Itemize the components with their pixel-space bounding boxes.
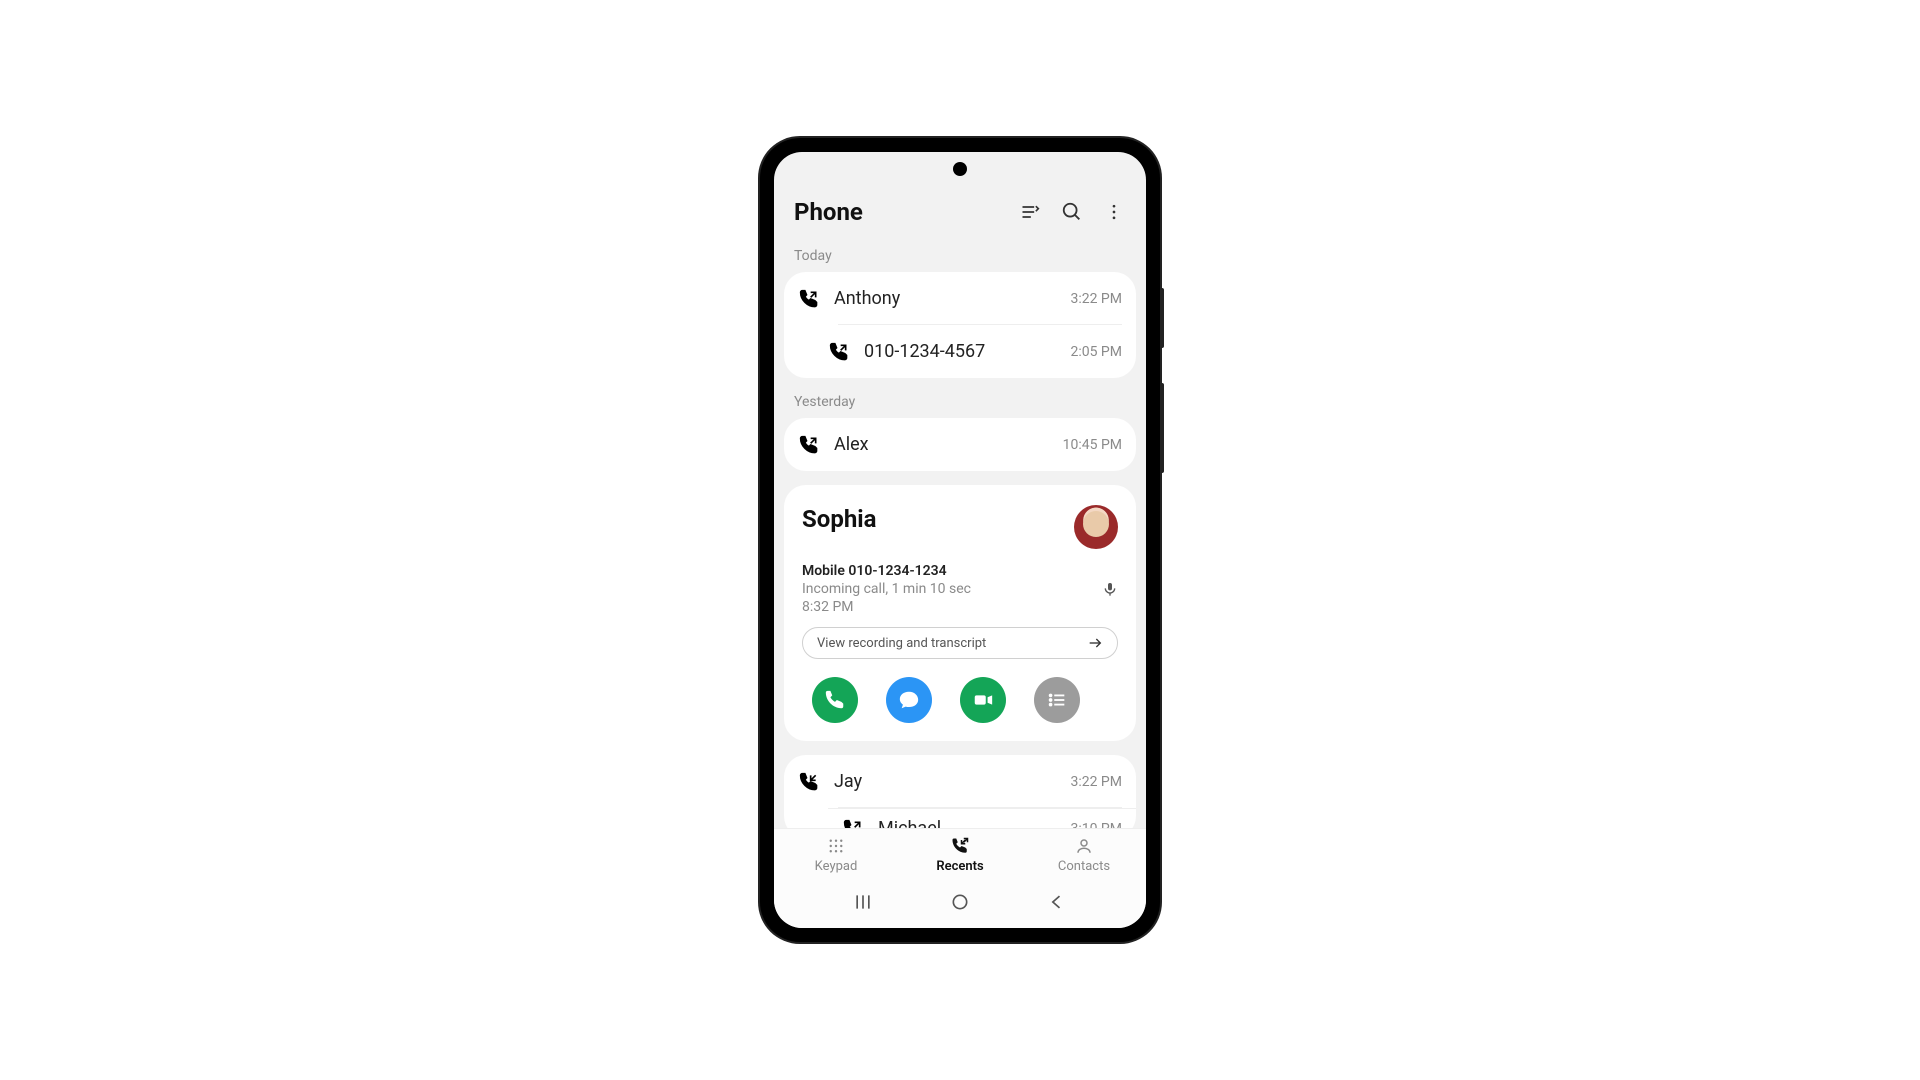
- system-nav: [774, 878, 1146, 928]
- nav-home-icon[interactable]: [948, 890, 972, 914]
- tab-label: Contacts: [1058, 859, 1110, 874]
- search-icon[interactable]: [1060, 200, 1084, 224]
- call-time: 10:45 PM: [1063, 437, 1122, 453]
- arrow-right-icon: [1087, 635, 1103, 651]
- call-name: Alex: [834, 434, 1049, 455]
- call-timestamp: 8:32 PM: [802, 599, 1118, 615]
- call-button[interactable]: [812, 677, 858, 723]
- tab-label: Recents: [936, 859, 983, 874]
- front-camera: [953, 162, 967, 176]
- call-time: 2:05 PM: [1070, 344, 1122, 360]
- device-frame: Phone: [760, 138, 1160, 942]
- page-title: Phone: [794, 198, 1018, 226]
- more-icon[interactable]: [1102, 200, 1126, 224]
- call-name: Anthony: [834, 288, 1056, 309]
- screen: Phone: [774, 152, 1146, 928]
- call-detail-card: Sophia Mobile 010-1234-1234 Incoming cal…: [784, 485, 1136, 741]
- call-row[interactable]: Anthony 3:22 PM: [784, 272, 1136, 325]
- contact-name: Sophia: [802, 505, 876, 533]
- bottom-tabs: Keypad Recents Contacts: [774, 828, 1146, 878]
- video-call-button[interactable]: [960, 677, 1006, 723]
- call-name: Michael: [878, 818, 1056, 828]
- call-row[interactable]: Jay 3:22 PM: [784, 755, 1136, 808]
- view-transcript-button[interactable]: View recording and transcript: [802, 627, 1118, 659]
- side-button: [1160, 288, 1164, 348]
- section-today: Today: [774, 244, 1146, 272]
- call-meta: Incoming call, 1 min 10 sec: [802, 581, 971, 597]
- call-log[interactable]: Today Anthony 3:22 PM: [774, 244, 1146, 828]
- call-row[interactable]: 010-1234-4567 2:05 PM: [828, 325, 1136, 378]
- outgoing-call-icon: [798, 289, 820, 309]
- call-row[interactable]: Michael 3:10 PM: [828, 808, 1136, 828]
- call-time: 3:22 PM: [1070, 774, 1122, 790]
- microphone-icon: [1102, 581, 1118, 597]
- incoming-call-icon: [798, 772, 820, 792]
- tab-keypad[interactable]: Keypad: [774, 837, 898, 874]
- side-button: [1160, 383, 1164, 473]
- call-name: 010-1234-4567: [864, 341, 1056, 362]
- call-row[interactable]: Alex 10:45 PM: [784, 418, 1136, 471]
- outgoing-call-icon: [828, 342, 850, 362]
- avatar[interactable]: [1074, 505, 1118, 549]
- call-time: 3:10 PM: [1070, 821, 1122, 829]
- section-yesterday: Yesterday: [774, 390, 1146, 418]
- nav-recents-icon[interactable]: [851, 890, 875, 914]
- nav-back-icon[interactable]: [1045, 890, 1069, 914]
- tab-contacts[interactable]: Contacts: [1022, 837, 1146, 874]
- call-name: Jay: [834, 771, 1056, 792]
- app-header: Phone: [774, 184, 1146, 244]
- details-button[interactable]: [1034, 677, 1080, 723]
- outgoing-call-icon: [842, 819, 864, 829]
- tab-recents[interactable]: Recents: [898, 837, 1022, 874]
- tab-label: Keypad: [815, 859, 858, 874]
- call-time: 3:22 PM: [1070, 291, 1122, 307]
- message-button[interactable]: [886, 677, 932, 723]
- outgoing-call-icon: [798, 435, 820, 455]
- transcript-label: View recording and transcript: [817, 636, 986, 651]
- contact-number: Mobile 010-1234-1234: [802, 563, 1118, 579]
- filter-icon[interactable]: [1018, 200, 1042, 224]
